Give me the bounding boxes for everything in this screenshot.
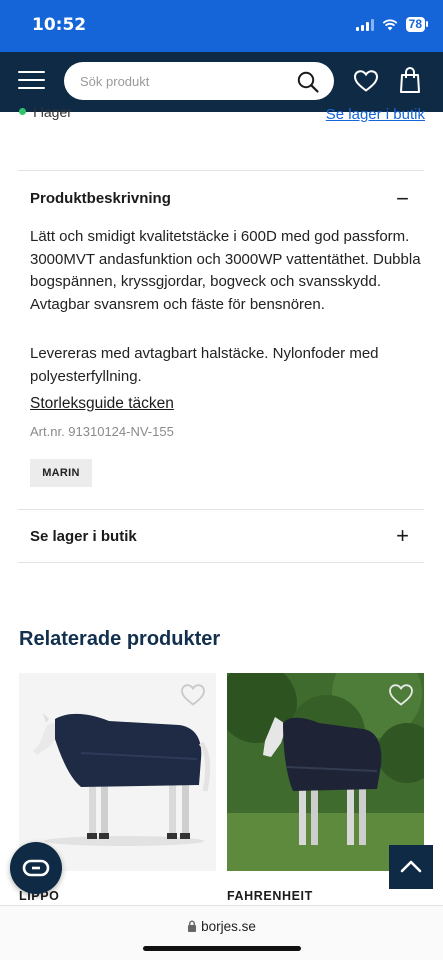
wishlist-heart-icon[interactable] <box>353 69 379 93</box>
product-card-fahrenheit[interactable] <box>227 673 424 871</box>
divider <box>18 562 424 563</box>
app-header <box>0 52 443 112</box>
browser-url-bar[interactable]: borjes.se <box>0 905 443 960</box>
shopping-bag-icon[interactable] <box>399 66 421 94</box>
collapse-icon[interactable]: − <box>396 188 409 210</box>
stock-status-dot <box>19 108 26 115</box>
related-products-title: Relaterade produkter <box>19 628 221 650</box>
product-name[interactable]: FAHRENHEIT <box>227 889 313 903</box>
wishlist-heart-icon[interactable] <box>388 683 414 707</box>
wishlist-heart-icon[interactable] <box>180 683 206 707</box>
home-indicator <box>143 946 301 951</box>
status-time: 10:52 <box>32 15 87 35</box>
signal-icon <box>355 18 374 31</box>
chat-icon <box>22 859 50 877</box>
expand-icon[interactable]: + <box>396 525 409 547</box>
url-text: borjes.se <box>201 919 256 934</box>
battery-indicator: 78 <box>405 17 429 32</box>
url-display[interactable]: borjes.se <box>0 919 443 934</box>
description-paragraph: Levereras med avtagbart halstäcke. Nylon… <box>30 345 379 385</box>
hamburger-icon <box>18 71 45 73</box>
stock-row: I lager Se lager i butik <box>0 104 443 128</box>
lock-icon <box>188 920 197 932</box>
search-input[interactable] <box>80 62 285 100</box>
store-stock-title[interactable]: Se lager i butik <box>30 528 137 545</box>
stock-status: I lager <box>33 104 72 120</box>
chat-button[interactable] <box>10 842 62 894</box>
store-stock-link[interactable]: Se lager i butik <box>326 106 425 123</box>
wifi-icon <box>382 18 397 30</box>
menu-button[interactable] <box>18 71 45 93</box>
search-icon[interactable] <box>296 70 320 94</box>
divider <box>18 509 424 510</box>
size-guide-link[interactable]: Storleksguide täcken <box>30 395 174 413</box>
color-chip: MARIN <box>30 459 92 487</box>
chevron-up-icon <box>400 860 422 873</box>
search-box <box>64 62 334 100</box>
scroll-to-top-button[interactable] <box>389 845 433 889</box>
divider <box>18 170 424 171</box>
article-number: Art.nr. 91310124-NV-155 <box>30 424 174 439</box>
description-title[interactable]: Produktbeskrivning <box>30 190 171 207</box>
status-bar: 10:52 78 <box>0 0 443 52</box>
status-icons: 78 <box>355 17 429 32</box>
description-paragraph: Lätt och smidigt kvalitetstäcke i 600D m… <box>30 228 421 313</box>
